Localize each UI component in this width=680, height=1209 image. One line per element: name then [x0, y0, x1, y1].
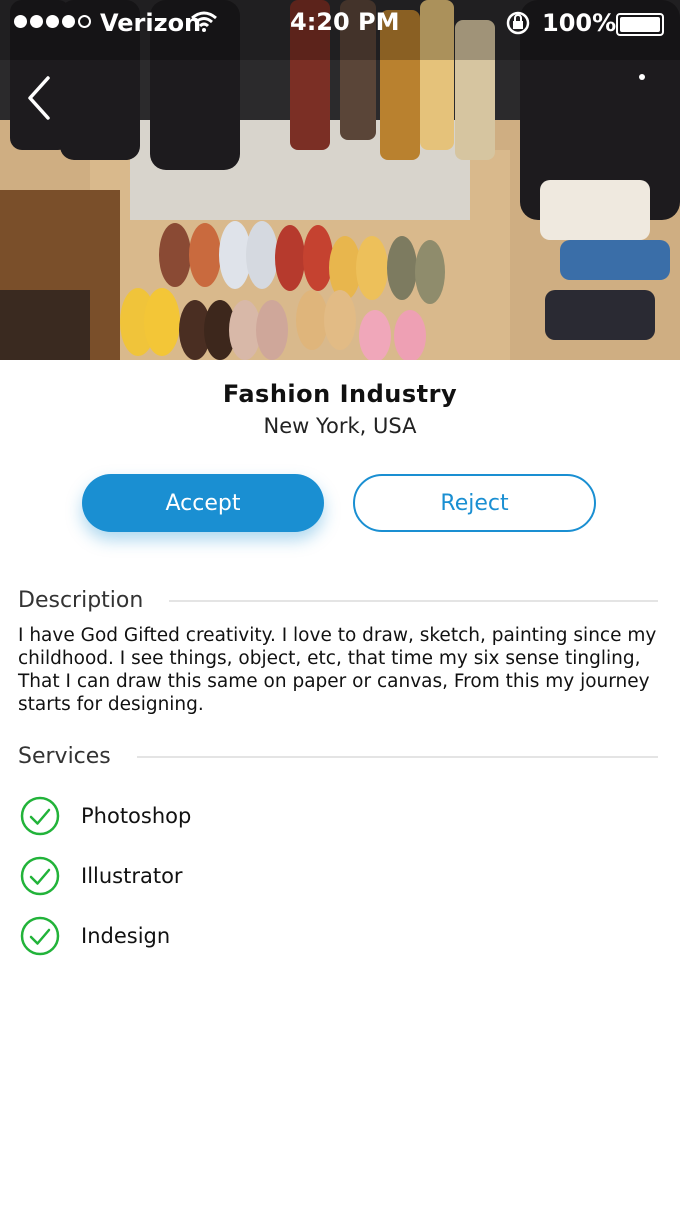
wifi-icon — [191, 11, 217, 32]
check-circle-icon — [20, 856, 60, 896]
orientation-lock-icon — [506, 11, 530, 35]
hero-image: Verizon 4:20 PM 100% — [0, 0, 680, 360]
check-circle-icon — [20, 796, 60, 836]
service-label: Indesign — [81, 924, 171, 948]
more-options-button[interactable] — [628, 70, 656, 110]
section-divider — [136, 755, 658, 758]
service-label: Illustrator — [81, 864, 183, 888]
service-item: Illustrator — [20, 856, 183, 896]
back-button[interactable] — [22, 72, 62, 124]
battery-percentage: 100% — [542, 9, 617, 37]
service-item: Photoshop — [20, 796, 191, 836]
location-text: New York, USA — [263, 414, 417, 438]
signal-strength-icon — [14, 15, 91, 28]
battery-icon — [616, 13, 664, 36]
service-label: Photoshop — [81, 804, 192, 828]
section-divider — [169, 599, 658, 602]
description-section-header: Description — [18, 588, 658, 613]
more-vertical-icon — [639, 74, 645, 80]
accept-button[interactable]: Accept — [82, 474, 324, 532]
description-heading: Description — [18, 588, 144, 613]
check-circle-icon — [20, 916, 60, 956]
services-heading: Services — [18, 744, 111, 769]
chevron-left-icon — [28, 76, 50, 120]
reject-button[interactable]: Reject — [353, 474, 596, 532]
status-bar: Verizon 4:20 PM 100% — [0, 0, 680, 48]
page-title: Fashion Industry — [222, 380, 458, 408]
service-item: Indesign — [20, 916, 170, 956]
services-section-header: Services — [18, 744, 658, 769]
description-text: I have God Gifted creativity. I love to … — [18, 625, 657, 715]
carrier-name: Verizon — [100, 9, 202, 37]
status-time: 4:20 PM — [290, 8, 400, 36]
hero-photo-illustration — [0, 0, 680, 360]
